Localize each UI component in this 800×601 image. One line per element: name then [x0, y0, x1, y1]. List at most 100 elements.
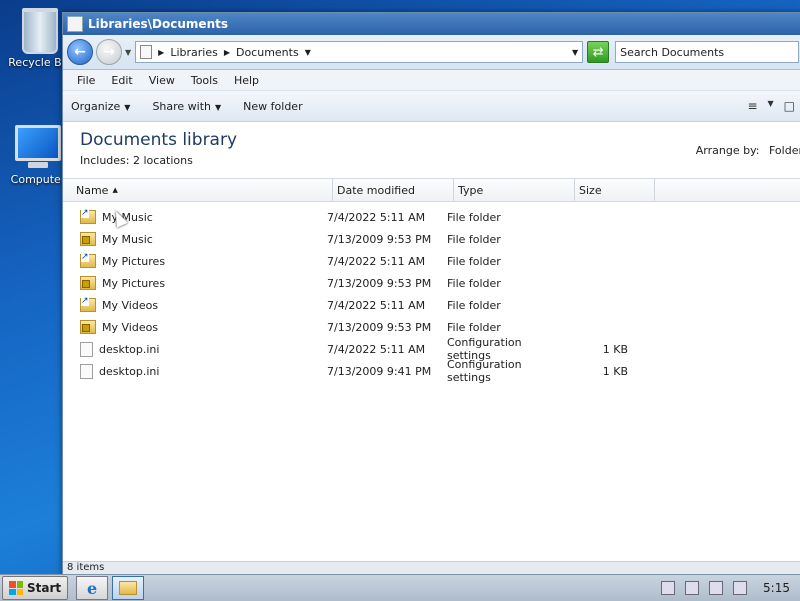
- status-bar: 8 items: [63, 561, 800, 575]
- file-name: desktop.ini: [99, 342, 160, 356]
- locked-folder-icon: [80, 320, 96, 334]
- internet-explorer-icon: e: [87, 578, 98, 598]
- settings-file-icon: [80, 363, 93, 379]
- clock[interactable]: 5:15: [763, 581, 790, 595]
- file-size: 1 KB: [602, 364, 628, 378]
- file-list: My Music 7/4/2022 5:11 AM File folder My…: [63, 202, 800, 384]
- list-item[interactable]: My Pictures 7/13/2009 9:53 PM File folde…: [63, 272, 800, 294]
- refresh-button[interactable]: ⇄: [587, 41, 610, 63]
- file-date: 7/13/2009 9:53 PM: [327, 276, 432, 290]
- column-date-modified[interactable]: Date modified: [333, 179, 454, 201]
- view-dropdown-icon[interactable]: ▼: [768, 99, 774, 113]
- list-item[interactable]: My Videos 7/4/2022 5:11 AM File folder: [63, 294, 800, 316]
- menu-edit[interactable]: Edit: [103, 74, 140, 87]
- breadcrumb-libraries[interactable]: Libraries: [170, 46, 218, 59]
- file-date: 7/4/2022 5:11 AM: [327, 298, 426, 312]
- menu-tools[interactable]: Tools: [183, 74, 226, 87]
- command-bar: Organize ▼ Share with ▼ New folder ≡ ▼ □: [63, 91, 800, 122]
- sort-ascending-icon: ▲: [112, 186, 118, 194]
- window-title: Libraries\Documents: [88, 17, 228, 31]
- includes-label: Includes:: [80, 154, 130, 167]
- column-header: Name ▲ Date modified Type Size: [63, 178, 800, 202]
- change-view-icon[interactable]: ≡: [747, 99, 757, 113]
- locked-folder-icon: [80, 276, 96, 290]
- recycle-bin-icon: [22, 8, 58, 54]
- computer-icon: [15, 125, 61, 168]
- search-placeholder: Search Documents: [620, 45, 725, 59]
- address-toolbar: ← → ▼ ▶ Libraries ▶ Documents ▼ ▼ ⇄ Sear…: [63, 35, 800, 70]
- new-folder-label: New folder: [243, 99, 303, 113]
- system-tray: 5:15: [655, 577, 800, 599]
- menu-bar: File Edit View Tools Help: [63, 70, 800, 91]
- file-date: 7/13/2009 9:53 PM: [327, 232, 432, 246]
- forward-button[interactable]: →: [96, 39, 122, 65]
- file-date: 7/13/2009 9:41 PM: [327, 364, 432, 378]
- file-name: My Pictures: [102, 254, 166, 268]
- breadcrumb-documents[interactable]: Documents: [236, 46, 299, 59]
- library-header: Documents library Includes: 2 locations …: [63, 122, 800, 178]
- folder-shortcut-icon: [80, 209, 96, 224]
- chevron-right-icon[interactable]: ▶: [158, 48, 164, 57]
- includes-locations-link[interactable]: 2 locations: [133, 154, 193, 167]
- address-history-dropdown-icon[interactable]: ▼: [572, 48, 578, 57]
- menu-file[interactable]: File: [69, 74, 103, 87]
- recent-pages-dropdown-icon[interactable]: ▼: [125, 48, 131, 57]
- library-icon: [140, 45, 153, 59]
- menu-help[interactable]: Help: [226, 74, 267, 87]
- arrange-by: Arrange by: Folder: [696, 144, 800, 157]
- notification-icon[interactable]: [661, 581, 676, 595]
- windows-explorer-button[interactable]: [112, 576, 145, 600]
- volume-muted-icon[interactable]: [733, 581, 748, 595]
- file-type: File folder: [447, 254, 501, 268]
- column-size[interactable]: Size: [575, 179, 655, 201]
- column-name-label: Name: [76, 183, 109, 197]
- file-type: Configuration settings: [447, 358, 522, 384]
- file-name: My Videos: [102, 320, 159, 334]
- file-type: File folder: [447, 298, 501, 312]
- folder-shortcut-icon: [80, 297, 96, 312]
- chevron-down-icon[interactable]: ▼: [305, 48, 311, 57]
- list-item[interactable]: desktop.ini 7/4/2022 5:11 AM Configurati…: [63, 336, 800, 362]
- arrange-by-label: Arrange by:: [695, 144, 760, 157]
- preview-pane-icon[interactable]: □: [784, 99, 795, 113]
- locked-folder-icon: [80, 232, 96, 246]
- file-date: 7/4/2022 5:11 AM: [327, 210, 426, 224]
- organize-button[interactable]: Organize ▼: [71, 100, 130, 113]
- explorer-window: Libraries\Documents ← → ▼ ▶ Libraries ▶ …: [62, 12, 800, 576]
- menu-view[interactable]: View: [141, 74, 183, 87]
- settings-file-icon: [80, 341, 93, 357]
- search-input[interactable]: Search Documents: [615, 41, 799, 63]
- back-button[interactable]: ←: [67, 39, 93, 65]
- file-name: desktop.ini: [99, 364, 160, 378]
- column-name[interactable]: Name ▲: [63, 179, 333, 201]
- list-item[interactable]: My Pictures 7/4/2022 5:11 AM File folder: [63, 250, 800, 272]
- title-bar[interactable]: Libraries\Documents: [63, 13, 800, 35]
- new-folder-button[interactable]: New folder: [243, 100, 302, 113]
- start-label: Start: [27, 581, 62, 595]
- action-center-icon[interactable]: [685, 581, 700, 595]
- file-name: My Pictures: [102, 276, 166, 290]
- file-type: File folder: [447, 210, 501, 224]
- list-item[interactable]: My Videos 7/13/2009 9:53 PM File folder: [63, 316, 800, 338]
- list-item[interactable]: My Music 7/13/2009 9:53 PM File folder: [63, 228, 800, 250]
- item-count: 8 items: [67, 562, 105, 573]
- internet-explorer-button[interactable]: e: [76, 576, 109, 600]
- list-item[interactable]: My Music 7/4/2022 5:11 AM File folder: [63, 206, 800, 228]
- chevron-right-icon[interactable]: ▶: [224, 48, 230, 57]
- file-date: 7/13/2009 9:53 PM: [327, 320, 432, 334]
- column-type[interactable]: Type: [454, 179, 575, 201]
- network-icon[interactable]: [709, 581, 724, 595]
- organize-label: Organize: [71, 99, 121, 113]
- file-type: File folder: [447, 276, 501, 290]
- folder-shortcut-icon: [80, 253, 96, 268]
- window-icon: [67, 16, 83, 32]
- start-button[interactable]: Start: [2, 576, 69, 600]
- share-with-label: Share with: [152, 99, 212, 113]
- arrange-by-dropdown[interactable]: Folder: [769, 144, 800, 157]
- chevron-down-icon: ▼: [124, 102, 131, 112]
- list-item[interactable]: desktop.ini 7/13/2009 9:41 PM Configurat…: [63, 358, 800, 384]
- address-bar[interactable]: ▶ Libraries ▶ Documents ▼ ▼: [135, 41, 584, 63]
- share-with-button[interactable]: Share with ▼: [152, 100, 221, 113]
- file-size: 1 KB: [602, 342, 628, 356]
- view-options: ≡ ▼ □: [747, 99, 795, 113]
